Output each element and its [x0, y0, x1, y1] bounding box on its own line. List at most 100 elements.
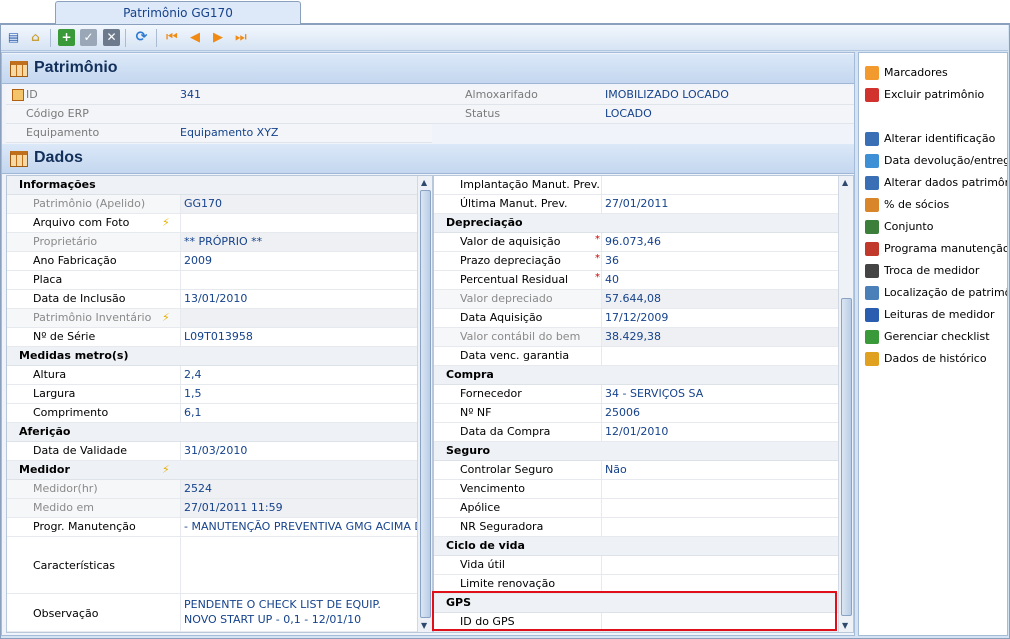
- history-icon: [865, 352, 879, 366]
- field-label: Prazo depreciação: [434, 252, 602, 271]
- field-value[interactable]: 25006: [602, 404, 838, 423]
- field-value[interactable]: 1,5: [181, 385, 417, 404]
- field-value[interactable]: [181, 214, 417, 233]
- field-label: Arquivo com Foto: [7, 214, 181, 233]
- scroll-thumb[interactable]: [420, 190, 431, 618]
- table-icon: [10, 61, 28, 77]
- field-value[interactable]: 27/01/2011: [602, 195, 838, 214]
- lock-icon[interactable]: ⌂: [27, 29, 44, 46]
- patrimonio-field-value[interactable]: LOCADO: [605, 105, 652, 124]
- actions-sidebar: Marcadores Excluir patrimônio Alterar iden…: [858, 52, 1008, 636]
- field-value[interactable]: PENDENTE O CHECK LIST DE EQUIP. NOVO STA…: [181, 594, 417, 632]
- field-label: Nº de Série: [7, 328, 181, 347]
- sidebar-item-car[interactable]: Programa manutenção: [863, 240, 1007, 258]
- sidebar-item-label: Alterar dados patrimônios: [884, 176, 1007, 189]
- sidebar-item-users[interactable]: % de sócios: [863, 196, 1007, 214]
- required-marker-icon: *: [595, 253, 600, 264]
- car-icon: [865, 242, 879, 256]
- sidebar-item-checklist[interactable]: Gerenciar checklist: [863, 328, 1007, 346]
- field-value[interactable]: 34 - SERVIÇOS SA: [602, 385, 838, 404]
- field-value[interactable]: 13/01/2010: [181, 290, 417, 309]
- field-value[interactable]: 40: [602, 271, 838, 290]
- field-value[interactable]: 2,4: [181, 366, 417, 385]
- field-label: Patrimônio (Apelido): [7, 195, 181, 214]
- lightning-icon: ⚡: [162, 216, 170, 229]
- field-value[interactable]: L09T013958: [181, 328, 417, 347]
- tag-icon: [865, 66, 879, 80]
- scroll-down-icon[interactable]: ▼: [842, 621, 848, 630]
- field-value[interactable]: [181, 271, 417, 290]
- sidebar-item-counter[interactable]: Troca de medidor: [863, 262, 1007, 280]
- tab-patrimonio[interactable]: Patrimônio GG170: [55, 1, 301, 25]
- add-button[interactable]: +: [58, 29, 75, 46]
- gps-highlight-box: [432, 591, 837, 631]
- sidebar-item-tag[interactable]: Marcadores: [863, 64, 1007, 82]
- sidebar-item-history[interactable]: Dados de histórico: [863, 350, 1007, 368]
- sidebar-item-flask[interactable]: Data devolução/entrega: [863, 152, 1007, 170]
- field-value: [181, 309, 417, 328]
- toolbar: ▤ ⌂ + ✓ ✕ ⟳ ⏮ ◀ ▶ ⏭: [1, 25, 1008, 51]
- patrimonio-field-label: Código ERP: [26, 107, 89, 120]
- field-value[interactable]: 36: [602, 252, 838, 271]
- field-value[interactable]: 12/01/2010: [602, 423, 838, 442]
- magnifier-icon: [865, 286, 879, 300]
- left-scrollbar[interactable]: ▲ ▼: [417, 176, 432, 632]
- field-value[interactable]: [602, 556, 838, 575]
- sidebar-item-label: Alterar identificação: [884, 132, 996, 145]
- field-value[interactable]: 31/03/2010: [181, 442, 417, 461]
- sidebar-item-label: Gerenciar checklist: [884, 330, 990, 343]
- sidebar-item-hierarchy[interactable]: Conjunto: [863, 218, 1007, 236]
- users-icon: [865, 198, 879, 212]
- patrimonio-field-label: Status: [465, 107, 501, 120]
- meter-icon: [865, 308, 879, 322]
- sidebar-item-delete[interactable]: Excluir patrimônio: [863, 86, 1007, 104]
- field-label: Medido em: [7, 499, 181, 518]
- field-label: Placa: [7, 271, 181, 290]
- scroll-up-icon[interactable]: ▲: [842, 178, 848, 187]
- scroll-down-icon[interactable]: ▼: [421, 621, 427, 630]
- patrimonio-field-label: Almoxarifado: [465, 88, 538, 101]
- field-label: Proprietário: [7, 233, 181, 252]
- sidebar-item-meter[interactable]: Leituras de medidor: [863, 306, 1007, 324]
- field-value[interactable]: [181, 537, 417, 594]
- patrimonio-field-value[interactable]: Equipamento XYZ: [180, 124, 278, 143]
- group-label: Compra: [446, 368, 494, 381]
- field-value[interactable]: - MANUTENÇÃO PREVENTIVA GMG ACIMA DE 2: [181, 518, 417, 537]
- required-marker-icon: *: [595, 234, 600, 245]
- section-header-dados: Dados: [2, 144, 854, 174]
- field-label: Data de Inclusão: [7, 290, 181, 309]
- main-panel: Patrimônio ID 341 Código ERP Equipamento Equ…: [1, 52, 855, 636]
- field-value[interactable]: Não: [602, 461, 838, 480]
- sidebar-item-magnifier[interactable]: Localização de patrimônio: [863, 284, 1007, 302]
- sidebar-item-edit[interactable]: Alterar dados patrimônios: [863, 174, 1007, 192]
- previous-record-icon[interactable]: ◀: [190, 29, 200, 46]
- new-record-icon[interactable]: ▤: [5, 29, 22, 46]
- field-value[interactable]: 2009: [181, 252, 417, 271]
- field-value[interactable]: [602, 518, 838, 537]
- patrimonio-field-value[interactable]: IMOBILIZADO LOCADO: [605, 86, 729, 105]
- scroll-up-icon[interactable]: ▲: [421, 178, 427, 187]
- field-value[interactable]: [602, 347, 838, 366]
- field-value[interactable]: [602, 480, 838, 499]
- right-scrollbar[interactable]: ▲ ▼: [838, 176, 853, 632]
- sidebar-item-label: % de sócios: [884, 198, 950, 211]
- field-value[interactable]: [602, 499, 838, 518]
- refresh-icon[interactable]: ⟳: [133, 29, 150, 46]
- field-value[interactable]: [602, 176, 838, 195]
- field-value[interactable]: 17/12/2009: [602, 309, 838, 328]
- field-value[interactable]: 96.073,46: [602, 233, 838, 252]
- sidebar-item-edit[interactable]: Alterar identificação: [863, 130, 1007, 148]
- cancel-button[interactable]: ✕: [103, 29, 120, 46]
- confirm-button[interactable]: ✓: [80, 29, 97, 46]
- scroll-thumb[interactable]: [841, 298, 852, 616]
- last-record-icon[interactable]: ⏭: [235, 29, 247, 46]
- checklist-icon: [865, 330, 879, 344]
- first-record-icon[interactable]: ⏮: [166, 29, 178, 46]
- field-label: Altura: [7, 366, 181, 385]
- lightning-icon: ⚡: [162, 311, 170, 324]
- patrimonio-field-value[interactable]: 341: [180, 86, 201, 105]
- toolbar-separator: [50, 29, 51, 47]
- field-value[interactable]: 6,1: [181, 404, 417, 423]
- next-record-icon[interactable]: ▶: [213, 29, 223, 46]
- dados-left-grid: Informações Patrimônio (Apelido) GG170 Arqu…: [6, 175, 433, 633]
